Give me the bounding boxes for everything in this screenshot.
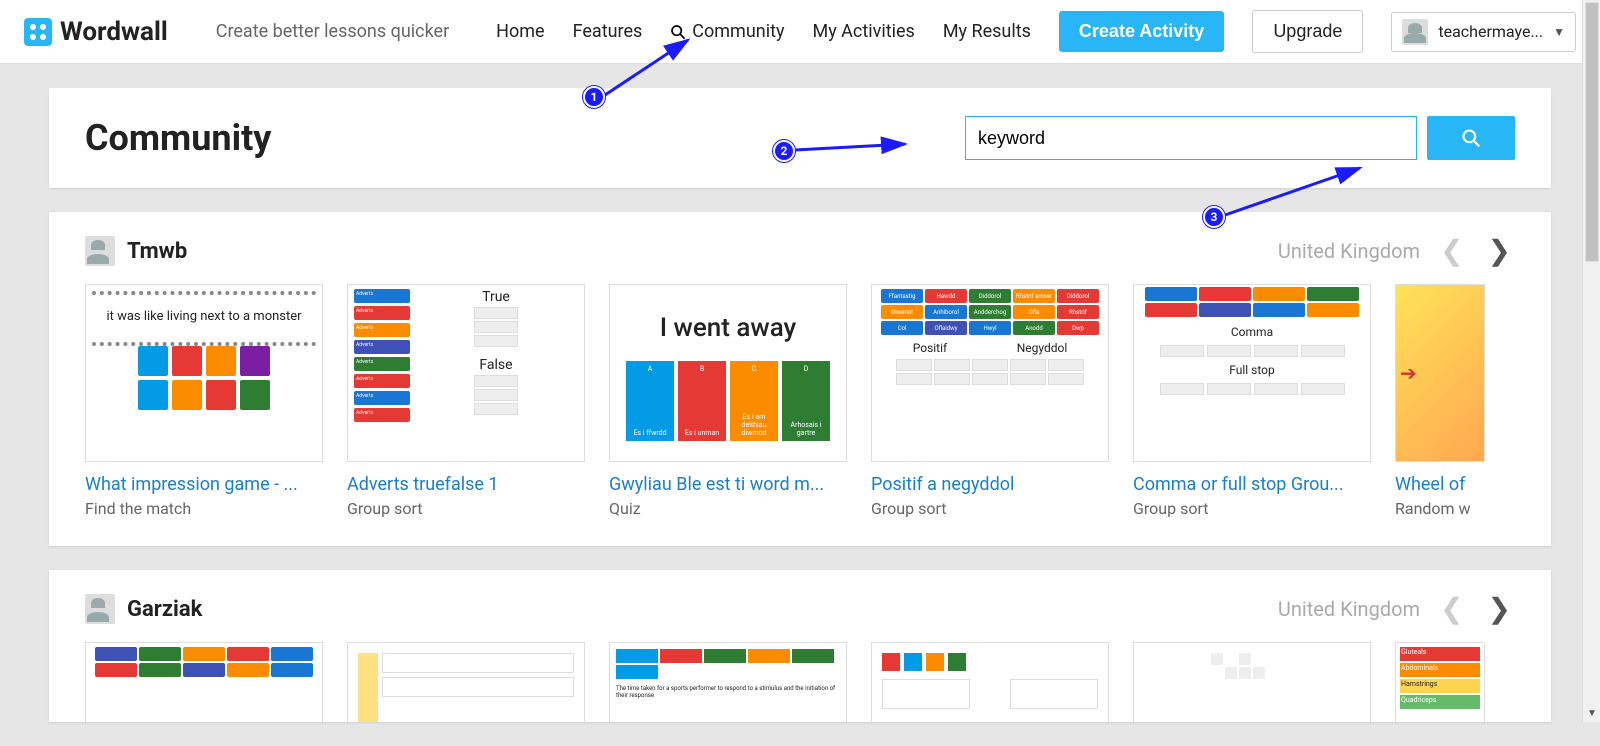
badge-number: 1 <box>591 90 598 104</box>
annotation-overlay <box>0 0 1600 722</box>
annotation-badge: 2 <box>773 140 795 162</box>
annotation-badge: 1 <box>583 86 605 108</box>
badge-number: 2 <box>781 144 788 158</box>
badge-number: 3 <box>1211 210 1218 224</box>
annotation-badge: 3 <box>1203 206 1225 228</box>
